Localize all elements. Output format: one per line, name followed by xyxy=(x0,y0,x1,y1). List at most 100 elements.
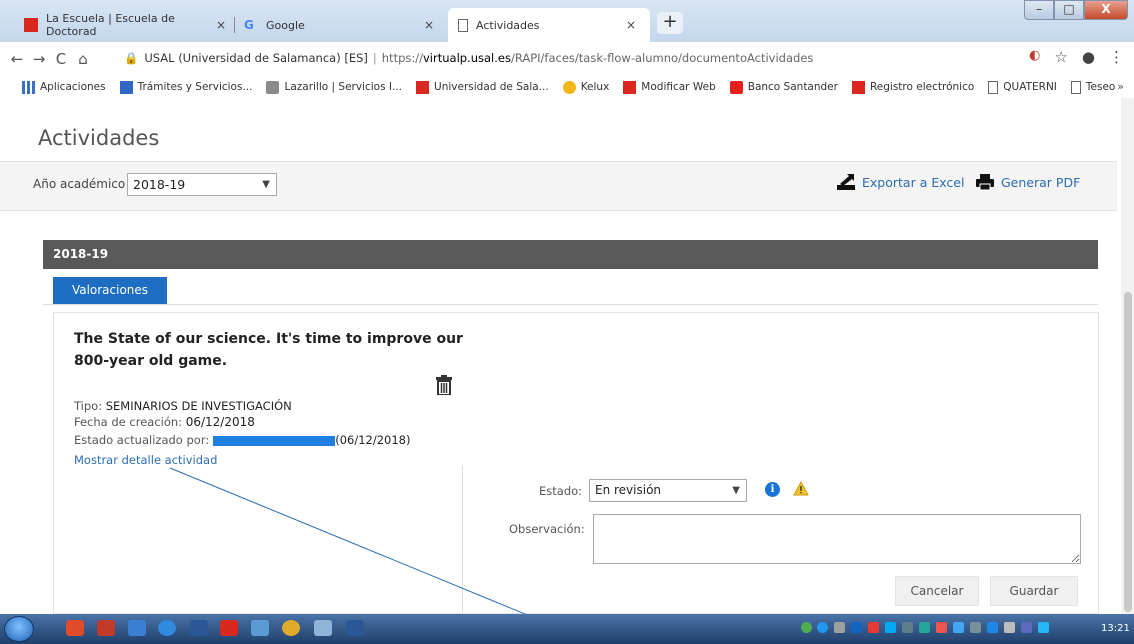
ie-icon[interactable] xyxy=(158,620,176,636)
site-identity: USAL (Universidad de Salamanca) [ES] xyxy=(144,51,368,65)
taskbar-app-icon[interactable] xyxy=(314,620,332,636)
observacion-input[interactable] xyxy=(593,514,1081,564)
bookmark-label: Universidad de Sala... xyxy=(434,81,549,93)
tab-underline xyxy=(43,304,1098,305)
bookmark-aplicaciones[interactable]: Aplicaciones xyxy=(22,80,106,94)
warning-triangle xyxy=(793,480,809,496)
tray-icon[interactable] xyxy=(817,622,828,633)
academic-year-label: Año académico xyxy=(33,177,126,191)
form-divider xyxy=(462,466,463,612)
tray-icon[interactable] xyxy=(970,622,981,633)
tab-label: Actividades xyxy=(476,18,540,32)
tab-label: La Escuela | Escuela de Doctorad xyxy=(46,12,175,38)
printer-icon xyxy=(976,174,994,191)
window-controls: – □ X xyxy=(1024,0,1128,20)
extension-icon[interactable]: ◐ xyxy=(1029,48,1040,66)
profile-icon[interactable]: ● xyxy=(1082,48,1095,66)
academic-year-select[interactable]: 2018-19 ▼ xyxy=(127,173,277,196)
observacion-label: Observación: xyxy=(509,522,585,536)
maximize-button[interactable]: □ xyxy=(1054,0,1084,20)
tray-icon[interactable] xyxy=(953,622,964,633)
kelux-icon xyxy=(562,80,576,94)
warning-icon[interactable] xyxy=(793,480,809,500)
minimize-button[interactable]: – xyxy=(1024,0,1054,20)
taskbar-app-icon[interactable] xyxy=(346,620,364,636)
bookmark-label: Lazarillo | Servicios I... xyxy=(284,81,403,93)
taskbar-clock[interactable]: 13:21 xyxy=(1101,623,1130,634)
creation-date-label: Fecha de creación: xyxy=(74,415,183,429)
new-tab-button[interactable]: + xyxy=(657,12,683,34)
delete-activity-button[interactable] xyxy=(436,375,452,399)
cancel-button[interactable]: Cancelar xyxy=(895,576,979,606)
generate-pdf-link[interactable]: Generar PDF xyxy=(975,173,1080,191)
tray-icon[interactable] xyxy=(987,622,998,633)
tab-close-icon[interactable]: × xyxy=(424,18,434,32)
creation-date-value: 06/12/2018 xyxy=(185,415,255,429)
bookmark-label: Teseo xyxy=(1085,81,1116,93)
bookmarks-overflow-button[interactable]: » xyxy=(1117,80,1124,93)
bookmark-registro[interactable]: Registro electrónico xyxy=(851,80,974,94)
menu-icon[interactable]: ⋮ xyxy=(1109,48,1124,66)
export-excel-label: Exportar a Excel xyxy=(862,174,965,190)
taskbar-app-icon[interactable] xyxy=(190,620,208,636)
page-title: Actividades xyxy=(38,126,160,150)
tab-close-icon[interactable]: × xyxy=(216,18,226,32)
export-excel-link[interactable]: Exportar a Excel xyxy=(836,173,964,191)
taskbar-app-icon[interactable] xyxy=(220,620,238,636)
trash-icon xyxy=(436,375,452,396)
bookmark-universidad[interactable]: Universidad de Sala... xyxy=(416,80,549,94)
tray-icon[interactable] xyxy=(885,622,896,633)
tray-icon[interactable] xyxy=(834,622,845,633)
chevron-down-icon: ▼ xyxy=(262,179,270,190)
activity-title: The State of our science. It's time to i… xyxy=(74,331,463,369)
tray-icon[interactable] xyxy=(919,622,930,633)
bookmark-label: Banco Santander xyxy=(747,81,838,93)
tray-icon[interactable] xyxy=(1021,622,1032,633)
tab-google[interactable]: G Google × xyxy=(234,8,448,42)
bookmark-quaterni[interactable]: QUATERNI xyxy=(988,80,1057,94)
tray-icon[interactable] xyxy=(851,622,862,633)
star-icon[interactable]: ☆ xyxy=(1054,48,1067,66)
scrollbar-thumb[interactable] xyxy=(1124,292,1132,612)
volume-icon[interactable] xyxy=(1004,622,1015,633)
forward-button[interactable]: → xyxy=(28,50,50,68)
taskbar-app-icon[interactable] xyxy=(128,620,146,636)
back-button[interactable]: ← xyxy=(6,50,28,68)
estado-select[interactable]: En revisión ▼ xyxy=(589,479,747,502)
reload-button[interactable]: C xyxy=(50,50,72,68)
close-window-button[interactable]: X xyxy=(1084,0,1128,20)
network-icon[interactable] xyxy=(1038,622,1049,633)
taskbar-app-icon[interactable] xyxy=(66,620,84,636)
activity-type: Tipo: SEMINARIOS DE INVESTIGACIÓN xyxy=(74,399,292,413)
bookmark-lazarillo[interactable]: Lazarillo | Servicios I... xyxy=(266,80,403,94)
usal-icon xyxy=(851,80,865,94)
updated-by-date: (06/12/2018) xyxy=(335,433,411,447)
bookmark-kelux[interactable]: Kelux xyxy=(562,80,609,94)
tab-actividades[interactable]: Actividades × xyxy=(448,8,650,42)
bookmark-tramites[interactable]: Trámites y Servicios... xyxy=(119,80,252,94)
tab-close-icon[interactable]: × xyxy=(626,18,636,32)
tray-icon[interactable] xyxy=(868,622,879,633)
bookmark-santander[interactable]: Banco Santander xyxy=(729,80,838,94)
activity-type-value: SEMINARIOS DE INVESTIGACIÓN xyxy=(105,399,292,413)
start-button-icon[interactable] xyxy=(4,616,34,642)
bookmark-teseo[interactable]: Teseo xyxy=(1070,80,1116,94)
tray-icon[interactable] xyxy=(936,622,947,633)
info-icon[interactable]: i xyxy=(765,482,780,497)
tab-escuela-doctorado[interactable]: La Escuela | Escuela de Doctorad × xyxy=(14,8,235,42)
bookmark-modificar-web[interactable]: Modificar Web xyxy=(623,80,716,94)
tray-icon[interactable] xyxy=(801,622,812,633)
home-button[interactable]: ⌂ xyxy=(72,50,94,68)
url-field[interactable]: 🔒 USAL (Universidad de Salamanca) [ES] | ht… xyxy=(124,51,813,65)
updated-by-label: Estado actualizado por: xyxy=(74,433,210,447)
tramites-icon xyxy=(119,80,133,94)
google-icon: G xyxy=(244,18,254,32)
chrome-icon[interactable] xyxy=(282,620,300,636)
taskbar-app-icon[interactable] xyxy=(251,620,269,636)
taskbar-app-icon[interactable] xyxy=(97,620,115,636)
usal-icon xyxy=(24,18,38,32)
tab-valoraciones[interactable]: Valoraciones xyxy=(53,277,167,304)
save-button[interactable]: Guardar xyxy=(990,576,1078,606)
show-activity-detail-link[interactable]: Mostrar detalle actividad xyxy=(74,453,217,467)
tray-icon[interactable] xyxy=(902,622,913,633)
